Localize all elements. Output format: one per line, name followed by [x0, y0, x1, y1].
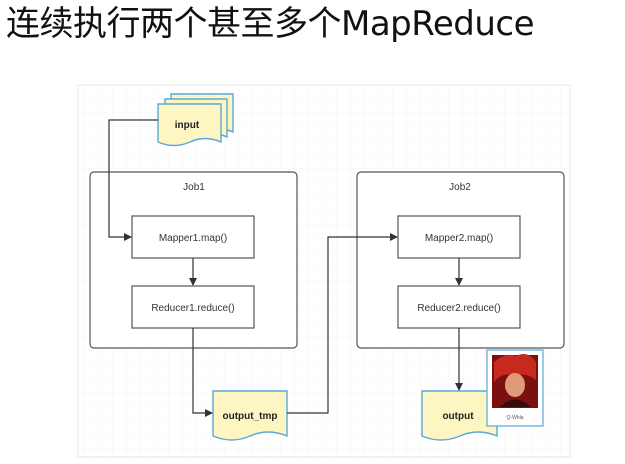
output-tmp-document: output_tmp	[212, 390, 288, 441]
avatar-caption: Q-Whla	[507, 415, 524, 421]
output-tmp-label: output_tmp	[223, 411, 278, 422]
reducer1-label: Reducer1.reduce()	[151, 303, 234, 314]
reducer2-box: Reducer2.reduce()	[397, 285, 521, 329]
mapper1-label: Mapper1.map()	[159, 233, 227, 244]
mapper1-box: Mapper1.map()	[131, 215, 255, 259]
output-label: output	[442, 411, 474, 422]
job2-title: Job2	[449, 182, 471, 193]
avatar: Q-Whla	[486, 349, 544, 427]
output-document: output	[421, 390, 498, 441]
mapper2-label: Mapper2.map()	[425, 233, 493, 244]
job1-title: Job1	[183, 182, 205, 193]
mapper2-box: Mapper2.map()	[397, 215, 521, 259]
reducer2-label: Reducer2.reduce()	[417, 303, 500, 314]
reducer1-box: Reducer1.reduce()	[131, 285, 255, 329]
mapreduce-chain-diagram: input Job1 Job2 Mapper1.map() Reducer1.r…	[77, 84, 571, 458]
input-label: input	[175, 120, 200, 131]
